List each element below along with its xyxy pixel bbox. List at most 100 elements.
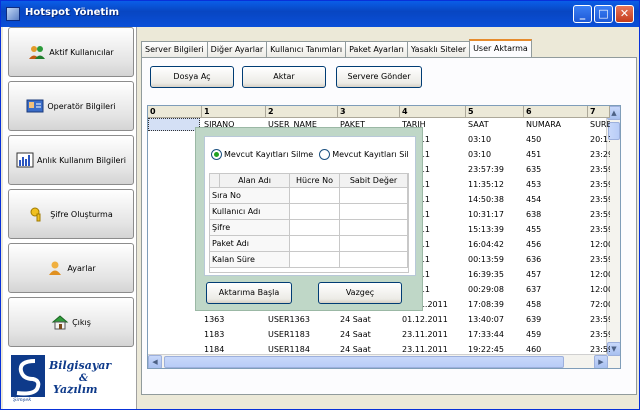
grid-cell[interactable]: 12:00 — [588, 283, 610, 296]
grid-cell[interactable]: USER1363 — [266, 313, 338, 326]
sidebar-item-settings[interactable]: Ayarlar — [8, 243, 134, 293]
cancel-button[interactable]: Vazgeç — [318, 282, 402, 304]
grid-cell[interactable]: 639 — [524, 313, 588, 326]
grid-cell[interactable]: 23.11.2011 — [400, 328, 466, 341]
grid-cell[interactable]: 23:59 — [588, 343, 610, 356]
grid-cell[interactable]: 03:10 — [466, 133, 524, 146]
sidebar-item-password[interactable]: Şifre Oluşturma — [8, 189, 134, 239]
grid-cell[interactable]: 23:59 — [588, 313, 610, 326]
cell-no-input[interactable] — [290, 188, 340, 204]
grid-cell[interactable]: 17:08:39 — [466, 298, 524, 311]
constant-value-input[interactable] — [340, 220, 408, 236]
grid-cell[interactable]: 17:33:44 — [466, 328, 524, 341]
grid-cell[interactable]: 23.11.2011 — [400, 343, 466, 356]
grid-cell[interactable]: 23:57:39 — [466, 163, 524, 176]
grid-column-header[interactable]: 4 — [400, 106, 466, 118]
start-transfer-button[interactable]: Aktarıma Başla — [206, 282, 292, 304]
radio-option-delete[interactable]: Mevcut Kayıtları Silme — [211, 148, 313, 160]
tab-user-transfer[interactable]: User Aktarma — [469, 39, 532, 57]
grid-cell[interactable]: 23:59 — [588, 253, 610, 266]
grid-cell[interactable]: USER1183 — [266, 328, 338, 341]
grid-column-header[interactable]: 3 — [338, 106, 400, 118]
grid-cell[interactable]: 457 — [524, 268, 588, 281]
horizontal-scrollbar[interactable]: ◀ ▶ — [148, 354, 608, 368]
grid-cell[interactable]: 72:00 — [588, 298, 610, 311]
grid-column-header[interactable]: 5 — [466, 106, 524, 118]
grid-cell[interactable]: 637 — [524, 283, 588, 296]
cell-no-input[interactable] — [290, 220, 340, 236]
grid-cell[interactable]: 23:59 — [588, 223, 610, 236]
sidebar-item-usage-info[interactable]: Anlık Kullanım Bilgileri — [8, 135, 134, 185]
grid-cell[interactable]: 1363 — [202, 313, 266, 326]
title-bar[interactable]: Hotspot Yönetim _ □ ✕ — [1, 1, 639, 27]
send-to-server-button[interactable]: Servere Gönder — [336, 66, 422, 88]
grid-cell[interactable]: 03:10 — [466, 148, 524, 161]
cell-no-input[interactable] — [290, 204, 340, 220]
grid-cell[interactable]: 23:59 — [588, 163, 610, 176]
grid-cell[interactable]: 24 Saat — [338, 343, 400, 356]
tab-server-info[interactable]: Server Bilgileri — [141, 41, 208, 57]
grid-cell[interactable]: NUMARA — [524, 118, 588, 131]
grid-cell[interactable]: 1184 — [202, 343, 266, 356]
grid-cell[interactable]: 454 — [524, 193, 588, 206]
grid-cell[interactable]: 15:13:39 — [466, 223, 524, 236]
grid-cell[interactable]: 24 Saat — [338, 313, 400, 326]
grid-cell[interactable]: 13:40:07 — [466, 313, 524, 326]
grid-cell[interactable]: 00:13:59 — [466, 253, 524, 266]
grid-cell[interactable]: 01.12.2011 — [400, 313, 466, 326]
scroll-right-arrow-icon[interactable]: ▶ — [594, 355, 608, 368]
close-button[interactable]: ✕ — [615, 5, 634, 23]
tab-user-definitions[interactable]: Kullanıcı Tanımları — [266, 41, 347, 57]
grid-cell[interactable]: SAAT — [466, 118, 524, 131]
grid-cell[interactable]: 451 — [524, 148, 588, 161]
grid-cell[interactable]: 636 — [524, 253, 588, 266]
grid-cell[interactable]: 23:59 — [588, 328, 610, 341]
grid-cell[interactable]: 10:31:17 — [466, 208, 524, 221]
grid-cell[interactable]: 12:00 — [588, 238, 610, 251]
grid-cell[interactable]: 1183 — [202, 328, 266, 341]
grid-cell[interactable]: 19:22:45 — [466, 343, 524, 356]
grid-cell[interactable]: 638 — [524, 208, 588, 221]
constant-value-input[interactable] — [340, 188, 408, 204]
grid-column-header[interactable]: 2 — [266, 106, 338, 118]
radio-unchecked-icon[interactable] — [319, 148, 331, 160]
grid-cell[interactable]: 16:39:35 — [466, 268, 524, 281]
grid-cell[interactable]: 16:04:42 — [466, 238, 524, 251]
grid-cell[interactable]: USER1184 — [266, 343, 338, 356]
grid-cell[interactable]: 458 — [524, 298, 588, 311]
grid-cell[interactable]: SURE — [588, 118, 610, 131]
grid-cell[interactable]: 455 — [524, 223, 588, 236]
grid-cell[interactable]: 12:00 — [588, 268, 610, 281]
sidebar-item-active-users[interactable]: Aktif Kullanıcılar — [8, 27, 134, 77]
grid-cell[interactable]: 23:59 — [588, 193, 610, 206]
grid-cell[interactable]: 00:29:08 — [466, 283, 524, 296]
grid-column-header[interactable]: 7 — [588, 106, 610, 118]
minimize-button[interactable]: _ — [573, 5, 592, 23]
grid-cell[interactable]: 24 Saat — [338, 328, 400, 341]
grid-column-header[interactable]: 6 — [524, 106, 588, 118]
grid-cell[interactable]: 11:35:12 — [466, 178, 524, 191]
horizontal-scroll-thumb[interactable] — [164, 356, 564, 368]
maximize-button[interactable]: □ — [594, 5, 613, 23]
grid-cell[interactable]: 459 — [524, 328, 588, 341]
tab-other-settings[interactable]: Diğer Ayarlar — [206, 41, 268, 57]
grid-cell[interactable]: 460 — [524, 343, 588, 356]
grid-column-header[interactable]: 0 — [148, 106, 202, 118]
scroll-left-arrow-icon[interactable]: ◀ — [148, 355, 162, 368]
grid-cell[interactable]: 23:59 — [588, 208, 610, 221]
grid-column-header[interactable]: 1 — [202, 106, 266, 118]
constant-value-input[interactable] — [340, 252, 408, 268]
open-file-button[interactable]: Dosya Aç — [150, 66, 234, 88]
cell-no-input[interactable] — [290, 252, 340, 268]
cell-no-input[interactable] — [290, 236, 340, 252]
grid-cell[interactable]: 20:11 — [588, 133, 610, 146]
grid-cell[interactable]: 23:29 — [588, 148, 610, 161]
selected-cell[interactable] — [148, 118, 200, 131]
sidebar-item-operator-info[interactable]: Operatör Bilgileri — [8, 81, 134, 131]
sidebar-item-exit[interactable]: Çıkış — [8, 297, 134, 347]
grid-cell[interactable]: 635 — [524, 163, 588, 176]
tab-banned-sites[interactable]: Yasaklı Siteler — [406, 41, 471, 57]
grid-cell[interactable]: 453 — [524, 178, 588, 191]
tab-package-settings[interactable]: Paket Ayarları — [345, 41, 408, 57]
grid-cell[interactable]: 456 — [524, 238, 588, 251]
